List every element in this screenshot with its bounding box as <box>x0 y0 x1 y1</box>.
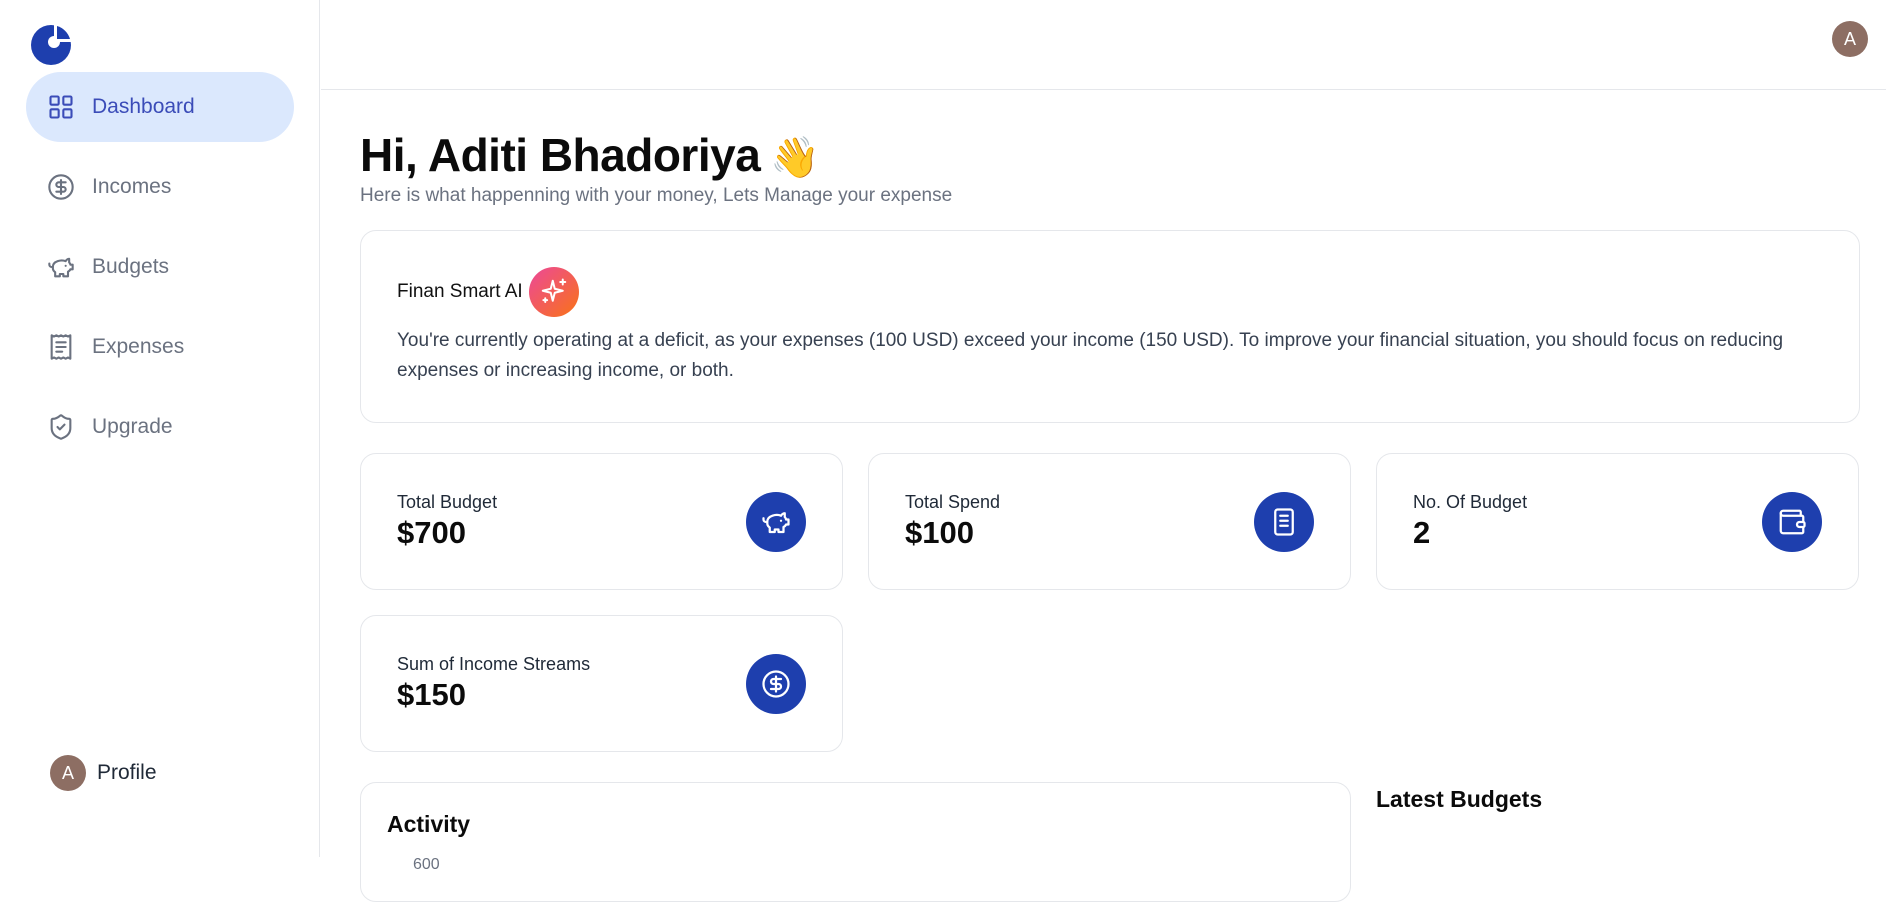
waving-hand-emoji: 👋 <box>770 136 820 180</box>
stat-value: $150 <box>397 677 466 712</box>
sidebar-nav: Dashboard Incomes Budgets Expenses Upgra… <box>26 72 294 472</box>
stat-card-total-budget: Total Budget $700 <box>360 453 843 590</box>
profile-label: Profile <box>97 761 157 784</box>
sidebar-item-label: Expenses <box>92 335 185 358</box>
stat-card-total-spend: Total Spend $100 <box>868 453 1351 590</box>
sidebar-item-dashboard[interactable]: Dashboard <box>26 72 294 142</box>
stat-label: Total Budget <box>397 492 498 512</box>
sidebar-item-budgets[interactable]: Budgets <box>26 232 294 302</box>
avatar: A <box>50 755 86 791</box>
piggy-bank-icon <box>46 252 76 282</box>
greeting-text: Hi, Aditi Bhadoriya <box>360 129 761 181</box>
page-title: Hi, Aditi Bhadoriya 👋 <box>360 128 820 182</box>
user-avatar-button[interactable]: A <box>1832 21 1868 57</box>
stat-value: $700 <box>397 515 466 550</box>
sidebar-item-label: Incomes <box>92 175 172 198</box>
sidebar-item-label: Budgets <box>92 255 170 278</box>
sidebar-item-upgrade[interactable]: Upgrade <box>26 392 294 462</box>
sidebar-item-expenses[interactable]: Expenses <box>26 312 294 382</box>
pie-chart-logo-icon[interactable] <box>30 24 72 66</box>
ai-card-title: Finan Smart AI <box>397 281 523 302</box>
ai-insight-message: You're currently operating at a deficit,… <box>397 330 1784 381</box>
stat-label: No. Of Budget <box>1413 492 1528 512</box>
wallet-icon <box>1762 492 1822 552</box>
circle-dollar-icon <box>746 654 806 714</box>
stat-card-number-of-budgets: No. Of Budget 2 <box>1376 453 1859 590</box>
y-axis-tick-label: 600 <box>413 856 440 873</box>
sidebar-item-label: Upgrade <box>92 415 173 438</box>
top-bar: A <box>321 0 1886 90</box>
receipt-icon <box>1254 492 1314 552</box>
sidebar: Dashboard Incomes Budgets Expenses Upgra… <box>0 0 320 857</box>
stat-label: Total Spend <box>905 492 1001 512</box>
stat-value: $100 <box>905 515 974 550</box>
latest-budgets-title: Latest Budgets <box>1376 786 1543 812</box>
shield-check-icon <box>46 412 76 442</box>
sidebar-item-incomes[interactable]: Incomes <box>26 152 294 222</box>
activity-title: Activity <box>387 811 471 837</box>
stat-value: 2 <box>1413 515 1431 550</box>
circle-dollar-icon <box>46 172 76 202</box>
receipt-icon <box>46 332 76 362</box>
sidebar-item-label: Dashboard <box>92 95 195 118</box>
page-subtitle: Here is what happenning with your money,… <box>360 185 953 206</box>
layout-grid-icon <box>46 92 76 122</box>
ai-insight-card: Finan Smart AI You're currently operatin… <box>360 230 1860 423</box>
profile-button[interactable]: A Profile <box>50 755 157 791</box>
piggy-bank-icon <box>746 492 806 552</box>
stat-label: Sum of Income Streams <box>397 654 591 674</box>
stat-card-income-streams: Sum of Income Streams $150 <box>360 615 843 752</box>
sparkles-icon <box>528 267 579 317</box>
ai-card-header: Finan Smart AI <box>397 267 1823 317</box>
activity-chart-card: Activity 600 <box>360 782 1351 902</box>
